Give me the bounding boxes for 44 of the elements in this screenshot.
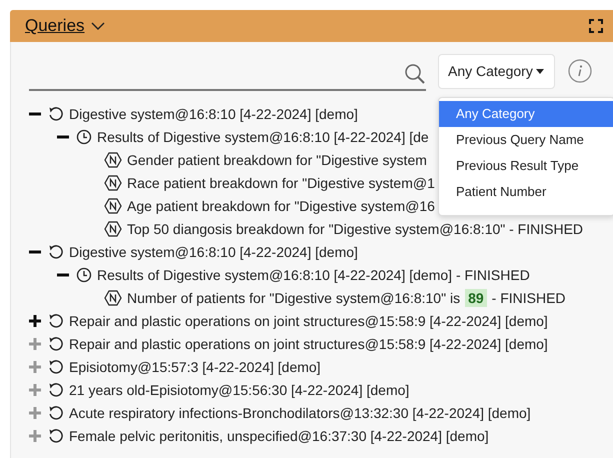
tree-item-label[interactable]: Race patient breakdown for "Digestive system@1: [127, 174, 435, 190]
tree-item-label[interactable]: Number of patients for "Digestive system@16:8:10" is: [127, 290, 460, 306]
search-icon[interactable]: [404, 63, 426, 85]
tree-item-label[interactable]: Top 50 diangosis breakdown for "Digestive system@16:8:10" - FINISHED: [127, 220, 584, 236]
tree-item-label[interactable]: Results of Digestive system@16:8:10 [4-22-2024] [de: [97, 128, 429, 144]
rerun-icon[interactable]: [48, 336, 64, 352]
category-option[interactable]: Previous Result Type: [439, 152, 613, 178]
rerun-icon[interactable]: [48, 312, 64, 328]
rerun-icon[interactable]: [48, 382, 64, 398]
tree-item-label[interactable]: Episiotomy@15:57:3 [4-22-2024] [demo]: [69, 358, 321, 374]
queries-title[interactable]: Queries: [25, 16, 85, 36]
tree-item-label[interactable]: Digestive system@16:8:10 [4-22-2024] [demo]: [69, 106, 358, 122]
rerun-icon[interactable]: [48, 404, 64, 420]
rerun-icon[interactable]: [48, 358, 64, 374]
tree-item-label[interactable]: Acute respiratory infections-Bronchodilators@13:32:30 [4-22-2024] [demo]: [69, 404, 531, 420]
fullscreen-icon[interactable]: [589, 19, 603, 33]
chevron-down-icon[interactable]: [90, 22, 105, 30]
category-select[interactable]: Any Category: [438, 54, 555, 88]
rerun-icon[interactable]: [48, 244, 64, 260]
tree-item-label[interactable]: Digestive system@16:8:10 [4-22-2024] [demo]: [69, 244, 358, 260]
tree-item-label[interactable]: Age patient breakdown for "Digestive system@16: [127, 198, 435, 214]
tree-item-label[interactable]: Repair and plastic operations on joint structures@15:58:9 [4-22-2024] [demo]: [69, 312, 548, 328]
info-icon[interactable]: [568, 59, 592, 83]
tree-item-label[interactable]: Female pelvic peritonitis, unspecified@16:37:30 [4-22-2024] [demo]: [69, 428, 489, 444]
n-hexagon-icon: [104, 198, 122, 214]
tree-item-label[interactable]: 21 years old-Episiotomy@15:56:30 [4-22-2024] [demo]: [69, 382, 410, 398]
caret-icon: [536, 68, 544, 74]
status-text: - FINISHED: [492, 290, 566, 306]
tree-item-label[interactable]: Gender patient breakdown for "Digestive system: [127, 152, 427, 168]
n-hexagon-icon: [104, 290, 122, 306]
tree-item-label[interactable]: Results of Digestive system@16:8:10 [4-22-2024] [demo] - FINISHED: [97, 266, 530, 282]
rerun-icon[interactable]: [48, 428, 64, 444]
category-option[interactable]: Patient Number: [439, 178, 613, 204]
n-hexagon-icon: [104, 152, 122, 168]
category-option[interactable]: Previous Query Name: [439, 126, 613, 152]
rerun-icon[interactable]: [48, 106, 64, 122]
clock-icon: [76, 128, 92, 144]
category-option[interactable]: Any Category: [439, 100, 613, 126]
expand-icon[interactable]: [29, 314, 41, 326]
n-hexagon-icon: [104, 174, 122, 190]
clock-icon: [76, 266, 92, 282]
n-hexagon-icon: [104, 220, 122, 236]
patient-count: 89: [465, 288, 487, 306]
tree-item-label[interactable]: Repair and plastic operations on joint structures@15:58:9 [4-22-2024] [demo]: [69, 336, 548, 352]
